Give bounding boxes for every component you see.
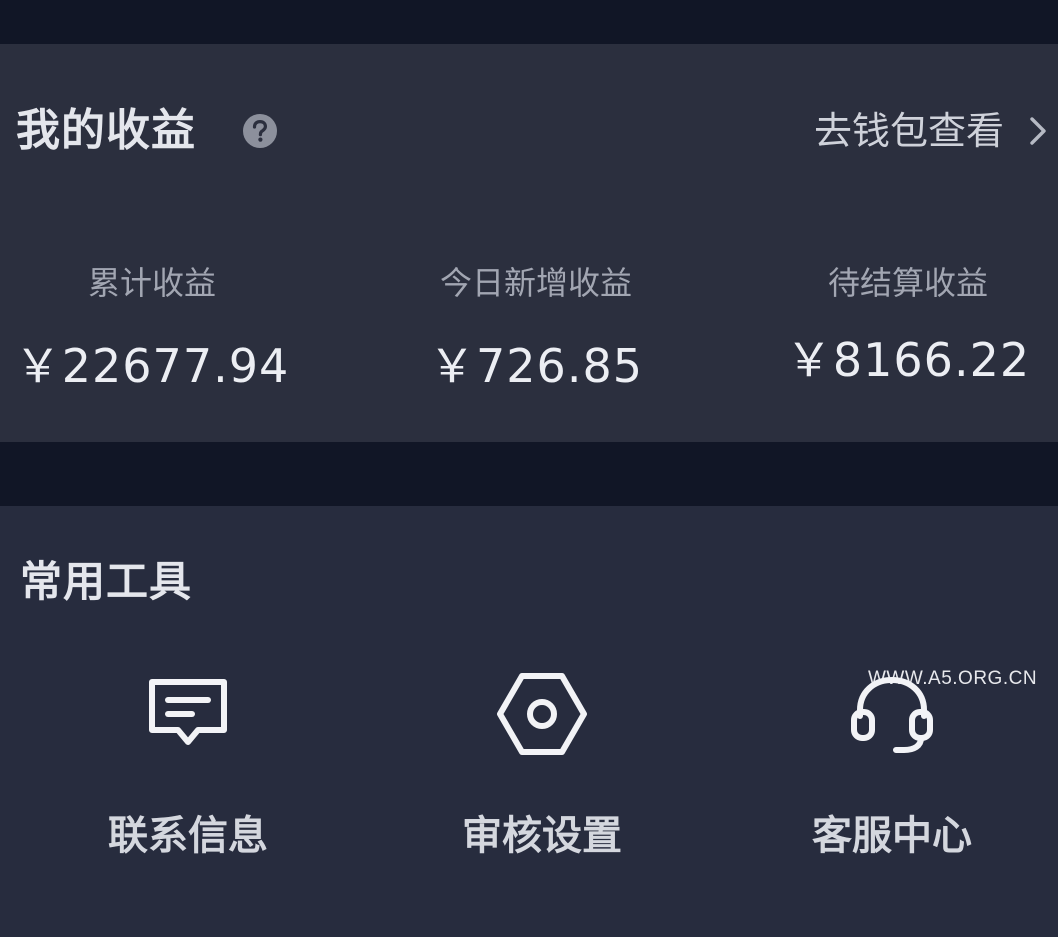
stat-label: 待结算收益 — [827, 264, 988, 302]
wallet-link[interactable]: 去钱包查看 — [814, 102, 1052, 160]
earnings-card: 我的收益 去钱包查看 累计收益 ￥22677.94 今日新增收益 ￥726.85… — [0, 44, 1058, 442]
stat-label: 今日新增收益 — [439, 264, 632, 302]
tool-review-settings[interactable]: 审核设置 — [392, 666, 692, 866]
top-bar — [0, 0, 1058, 44]
tool-label: 联系信息 — [108, 813, 268, 859]
stat-value: ￥726.85 — [429, 339, 643, 393]
message-card-icon — [149, 679, 227, 745]
stat-total-earnings: 累计收益 ￥22677.94 — [0, 258, 322, 396]
stat-today-earnings: 今日新增收益 ￥726.85 — [366, 258, 706, 396]
tools-card: 常用工具 联系信息 审核设置 客服中心 WWW.A5.ORG.CN — [0, 506, 1058, 937]
stat-pending-earnings: 待结算收益 ￥8166.22 — [738, 258, 1058, 390]
tool-customer-service[interactable]: 客服中心 — [742, 666, 1042, 866]
hexagon-settings-icon — [497, 673, 587, 755]
tool-contact-info[interactable]: 联系信息 — [38, 666, 338, 866]
earnings-header: 我的收益 去钱包查看 — [0, 44, 1058, 224]
tools-title: 常用工具 — [20, 557, 193, 606]
stat-label: 累计收益 — [87, 264, 216, 302]
section-divider — [0, 442, 1058, 506]
earnings-title: 我的收益 — [16, 105, 196, 156]
tool-label: 客服中心 — [812, 813, 972, 859]
watermark: WWW.A5.ORG.CN — [868, 668, 1038, 689]
stat-value: ￥8166.22 — [785, 333, 1031, 387]
chevron-right-icon — [1030, 117, 1046, 145]
earnings-stats: 累计收益 ￥22677.94 今日新增收益 ￥726.85 待结算收益 ￥816… — [0, 258, 1058, 418]
wallet-link-label: 去钱包查看 — [813, 109, 1004, 153]
stat-value: ￥22677.94 — [14, 339, 290, 393]
question-circle-icon[interactable] — [242, 113, 278, 149]
tool-label: 审核设置 — [462, 813, 622, 859]
